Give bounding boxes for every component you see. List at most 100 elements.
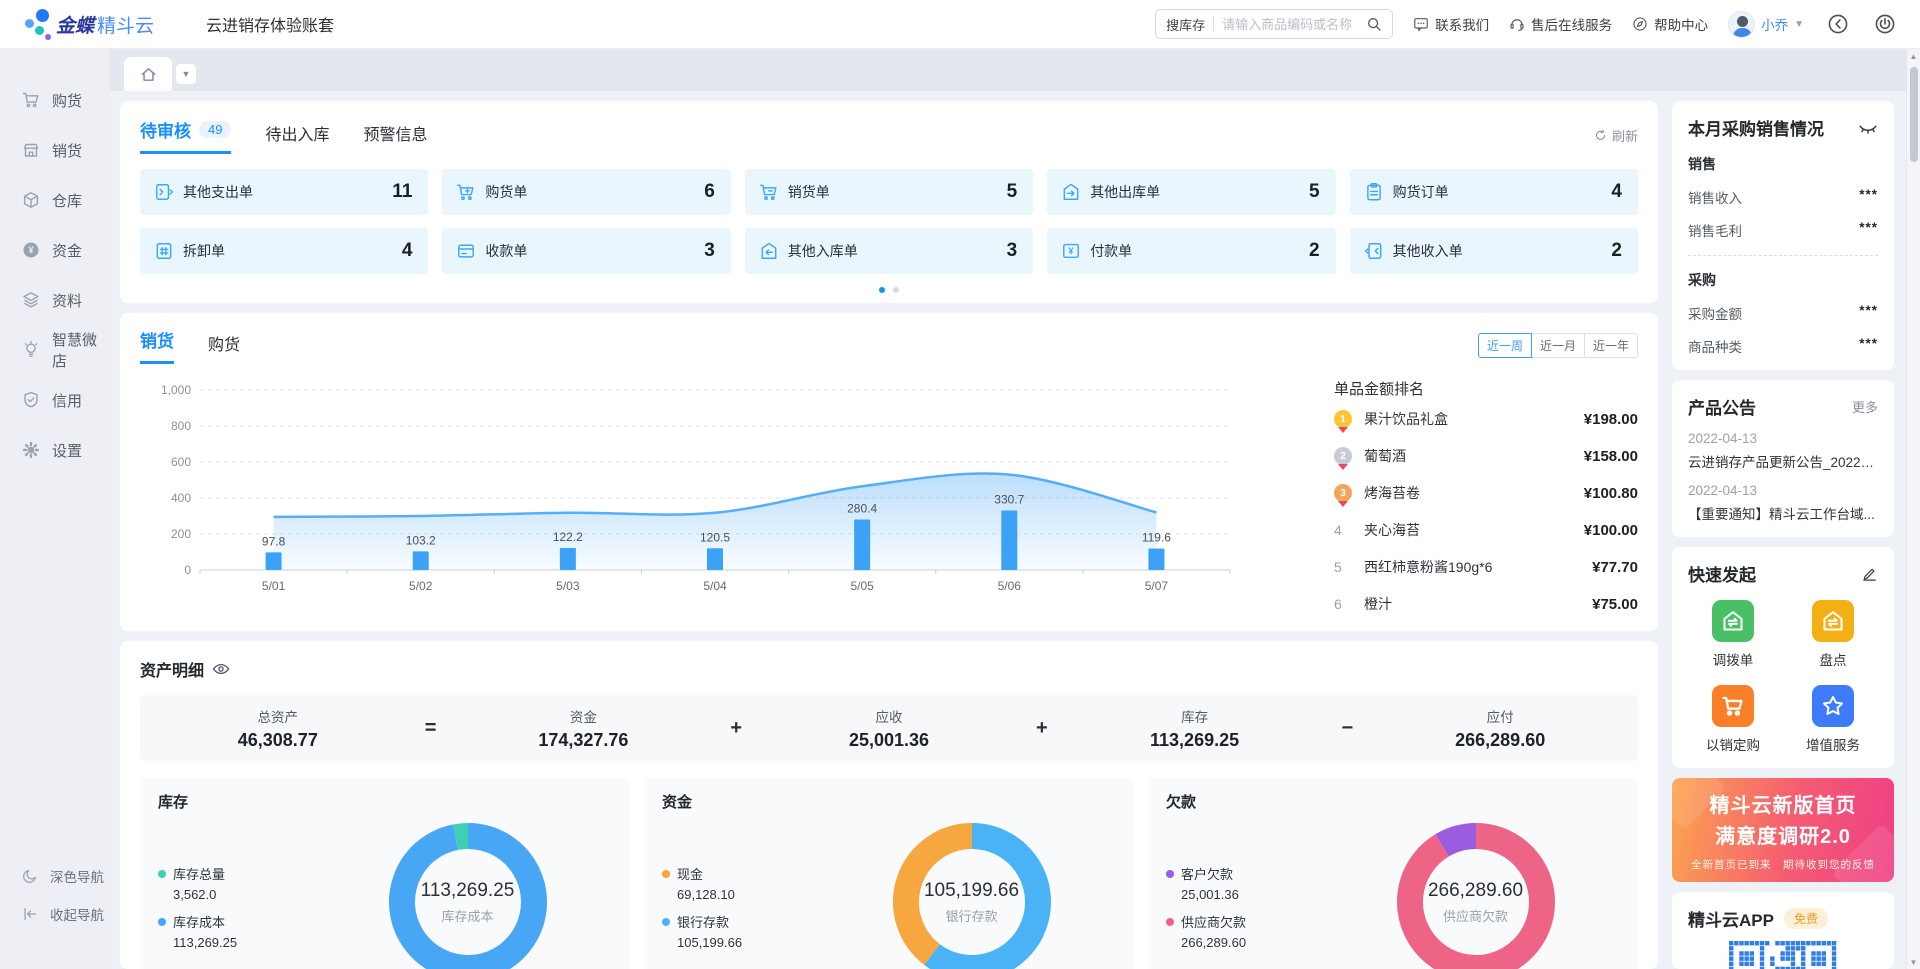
- total-assets: 总资产46,308.77: [140, 706, 416, 751]
- range-last-month[interactable]: 近一月: [1531, 333, 1585, 358]
- logo-dots-icon: [22, 7, 56, 41]
- svg-text:97.8: 97.8: [262, 534, 286, 548]
- svg-text:400: 400: [171, 491, 191, 505]
- tab-pending-inout[interactable]: 待出入库: [265, 121, 329, 154]
- after-sales-service-link[interactable]: 售后在线服务: [1509, 14, 1612, 34]
- eye-closed-icon[interactable]: [1858, 118, 1878, 138]
- sidebar-item-smart-store[interactable]: 智慧微店: [0, 325, 110, 375]
- cart-plus-icon: [456, 182, 476, 202]
- search-input[interactable]: [1222, 17, 1358, 32]
- tab-purchase-trend[interactable]: 购货: [208, 331, 240, 364]
- todo-grid: 其他支出单11 购货单6 销货单5 其他出库单5 购货订单4 拆卸单4 收款单3…: [140, 169, 1638, 274]
- sidebar-item-warehouse[interactable]: 仓库: [0, 175, 110, 225]
- tab-list-dropdown[interactable]: ▼: [176, 64, 196, 84]
- legend-cash: 现金69,128.10: [662, 864, 827, 902]
- rank-row-3[interactable]: 3烤海苔卷¥100.80: [1334, 476, 1638, 510]
- avatar: [1728, 11, 1755, 38]
- cart-icon: [1721, 694, 1745, 718]
- app-qr-code: [1729, 941, 1837, 969]
- sidebar-item-credit[interactable]: 信用: [0, 375, 110, 425]
- sales-profit-row: 销售毛利***: [1688, 220, 1878, 240]
- todo-card-other-income[interactable]: 其他收入单2: [1350, 228, 1638, 274]
- vertical-scrollbar[interactable]: ▲ ▼: [1906, 49, 1920, 969]
- rank-row-6[interactable]: 6橙汁¥75.00: [1334, 587, 1638, 621]
- sidebar-item-purchase[interactable]: 购货: [0, 75, 110, 125]
- clipboard-icon: [1364, 182, 1384, 202]
- ranking-title: 单品金额排名: [1334, 378, 1638, 399]
- bulb-icon: [22, 341, 40, 359]
- collapse-nav-button[interactable]: 收起导航: [0, 895, 110, 933]
- pagination-dot-1[interactable]: [879, 287, 885, 293]
- news-item-2[interactable]: 【重要通知】精斗云工作台域...: [1688, 503, 1878, 523]
- contact-us-link[interactable]: 联系我们: [1413, 14, 1489, 34]
- shield-icon: [22, 391, 40, 409]
- svg-text:120.5: 120.5: [700, 530, 730, 544]
- sidebar-item-master-data[interactable]: 资料: [0, 275, 110, 325]
- svg-text:122.2: 122.2: [553, 530, 583, 544]
- todo-card-other-expense[interactable]: 其他支出单11: [140, 169, 428, 215]
- todo-card-disassembly[interactable]: 拆卸单4: [140, 228, 428, 274]
- sidebar-item-sales[interactable]: 销货: [0, 125, 110, 175]
- quick-purchase-by-sales[interactable]: 以销定购: [1706, 685, 1760, 754]
- compass-icon: [1632, 16, 1648, 32]
- rank-row-5[interactable]: 5西红柿意粉酱190g*6¥77.70: [1334, 550, 1638, 584]
- scroll-up-arrow[interactable]: ▲: [1907, 49, 1920, 63]
- month-summary-panel: 本月采购销售情况 销售 销售收入*** 销售毛利*** 采购 采购金额*** 商…: [1672, 101, 1894, 370]
- search-category[interactable]: 搜库存: [1166, 15, 1205, 34]
- scrollbar-thumb[interactable]: [1910, 67, 1918, 162]
- todo-card-payment[interactable]: 付款单2: [1047, 228, 1335, 274]
- dark-nav-toggle[interactable]: 深色导航: [0, 857, 110, 895]
- right-column: 本月采购销售情况 销售 销售收入*** 销售毛利*** 采购 采购金额*** 商…: [1672, 101, 1894, 969]
- username: 小乔: [1761, 14, 1788, 34]
- chat-icon: [1413, 16, 1429, 32]
- user-menu[interactable]: 小乔 ▼: [1728, 11, 1804, 38]
- tab-sales-trend[interactable]: 销货: [140, 327, 174, 364]
- refresh-button[interactable]: 刷新: [1594, 126, 1638, 145]
- sidebar-item-funds[interactable]: 资金: [0, 225, 110, 275]
- news-item-1[interactable]: 云进销存产品更新公告_20220...: [1688, 451, 1878, 471]
- gear-icon: [22, 441, 40, 459]
- quick-value-added-service[interactable]: 增值服务: [1806, 685, 1860, 754]
- pencil-icon[interactable]: [1861, 565, 1878, 582]
- sidebar-item-settings[interactable]: 设置: [0, 425, 110, 475]
- svg-text:119.6: 119.6: [1142, 530, 1171, 544]
- rank-row-2[interactable]: 2葡萄酒¥158.00: [1334, 439, 1638, 473]
- todo-card-purchase-order[interactable]: 购货单6: [442, 169, 730, 215]
- range-last-week[interactable]: 近一周: [1478, 333, 1532, 358]
- svg-text:330.7: 330.7: [994, 492, 1024, 506]
- more-link[interactable]: 更多: [1852, 397, 1878, 416]
- account-title: 云进销存体验账套: [206, 12, 334, 36]
- sales-revenue-row: 销售收入***: [1688, 187, 1878, 207]
- search-icon[interactable]: [1366, 16, 1382, 32]
- rank-row-4[interactable]: 4夹心海苔¥100.00: [1334, 513, 1638, 547]
- tab-pending-audit[interactable]: 待审核 49: [140, 117, 231, 154]
- back-button[interactable]: [1824, 11, 1851, 38]
- app-panel: 精斗云APP 免费: [1672, 892, 1894, 969]
- operator-plus-2: +: [1027, 717, 1057, 740]
- tab-home[interactable]: [124, 57, 172, 91]
- svg-text:5/03: 5/03: [556, 579, 580, 593]
- help-center-link[interactable]: 帮助中心: [1632, 14, 1708, 34]
- todo-card-receipt[interactable]: 收款单3: [442, 228, 730, 274]
- todo-card-purchase-request[interactable]: 购货订单4: [1350, 169, 1638, 215]
- logout-button[interactable]: [1871, 11, 1898, 38]
- inventory-donut-chart: [384, 818, 552, 969]
- todo-card-other-inbound[interactable]: 其他入库单3: [745, 228, 1033, 274]
- eye-icon[interactable]: [212, 660, 230, 678]
- svg-text:5/02: 5/02: [409, 579, 433, 593]
- scroll-down-arrow[interactable]: ▼: [1907, 955, 1920, 969]
- receivable-total: 应收25,001.36: [751, 706, 1027, 751]
- range-last-year[interactable]: 近一年: [1584, 333, 1638, 358]
- tab-warning-info[interactable]: 预警信息: [363, 121, 427, 154]
- todo-card-sales-order[interactable]: 销货单5: [745, 169, 1033, 215]
- rank-row-1[interactable]: 1果汁饮品礼盒¥198.00: [1334, 402, 1638, 436]
- app-logo[interactable]: 金蝶 精斗云: [22, 7, 170, 41]
- headset-icon: [1509, 16, 1525, 32]
- survey-banner[interactable]: 精斗云新版首页 满意度调研2.0 全新首页已到来 期待收到您的反馈: [1672, 778, 1894, 882]
- inventory-search[interactable]: 搜库存: [1155, 9, 1393, 39]
- payable-total: 应付266,289.60: [1362, 706, 1638, 751]
- quick-stocktake[interactable]: 盘点: [1812, 600, 1854, 669]
- todo-card-other-outbound[interactable]: 其他出库单5: [1047, 169, 1335, 215]
- quick-transfer-order[interactable]: 调拨单: [1712, 600, 1754, 669]
- pagination-dot-2[interactable]: [893, 287, 899, 293]
